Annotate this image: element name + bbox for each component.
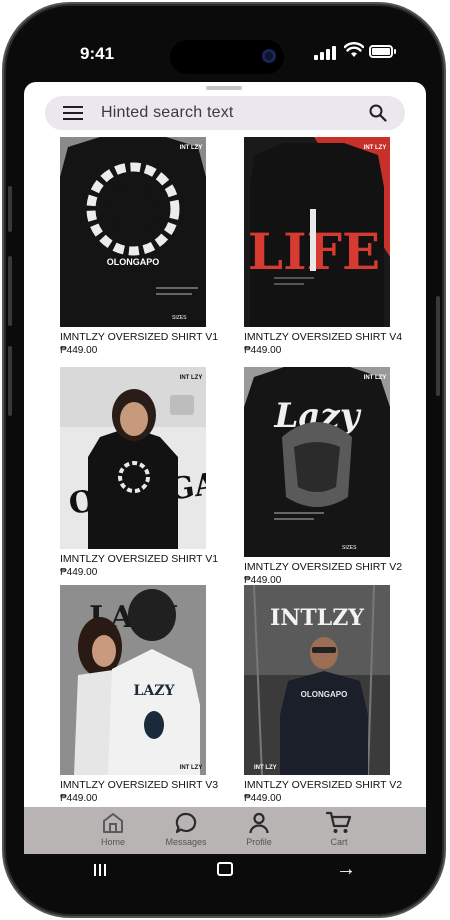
volume-down-button: [8, 346, 12, 416]
svg-text:LAZY: LAZY: [134, 683, 176, 699]
product-title: IMNTLZY OVERSIZED SHIRT V2: [244, 561, 403, 573]
product-card[interactable]: INTLZY OLONGAPO INT LZY IMNTLZY OVERSIZE…: [244, 585, 403, 804]
search-icon[interactable]: [369, 104, 387, 122]
sizes-label: SIZES: [172, 315, 187, 321]
product-title: IMNTLZY OVERSIZED SHIRT V1: [60, 553, 219, 565]
product-card[interactable]: LAZY LAZY INT LZY IMNTLZY OVERSIZED SHIR…: [60, 585, 219, 804]
product-card[interactable]: LIFE INT LZY IMNTLZY OVERSIZED SHIRT V4 …: [244, 137, 403, 356]
nav-profile[interactable]: Profile: [224, 811, 294, 847]
shirt-print-text: OLONGAPO: [107, 257, 160, 267]
app-screen: OLONGAPO INT LZY SIZES IMNTLZY OVERSIZED…: [24, 82, 426, 854]
product-title: IMNTLZY OVERSIZED SHIRT V3: [60, 779, 219, 791]
battery-icon: [369, 45, 396, 58]
power-button: [436, 296, 440, 396]
nav-label: Profile: [246, 837, 272, 847]
status-time: 9:41: [80, 44, 115, 63]
messages-icon: [175, 812, 197, 834]
back-arrow-icon[interactable]: →: [336, 858, 356, 881]
nav-label: Messages: [165, 837, 207, 847]
product-price: ₱449.00: [244, 793, 282, 804]
cart-icon: [326, 811, 352, 833]
drag-handle[interactable]: [206, 86, 242, 90]
product-card[interactable]: OLONGAPO INT LZY IMNTLZY OVERSIZED SHIRT…: [60, 367, 219, 578]
shirt-print-text: INTLZY: [270, 605, 364, 631]
brand-badge: INT LZY: [364, 375, 387, 381]
status-bar: 9:41: [24, 34, 426, 74]
product-card[interactable]: OLONGAPO INT LZY SIZES IMNTLZY OVERSIZED…: [60, 137, 219, 356]
product-card[interactable]: Lazy INT LZY SIZES IMNTLZY OVERSIZED SHI…: [244, 367, 403, 586]
product-price: ₱449.00: [60, 567, 98, 578]
product-image[interactable]: Lazy INT LZY SIZES: [244, 367, 390, 557]
recent-apps-icon[interactable]: [94, 864, 108, 876]
product-image[interactable]: OLONGAPO INT LZY: [60, 367, 206, 549]
brand-badge: INT LZY: [180, 375, 203, 381]
search-input[interactable]: Hinted search text: [101, 104, 234, 122]
bottom-nav: Home Messages Profile Cart: [24, 807, 426, 854]
system-nav-bar: →: [24, 854, 426, 888]
brand-badge: INT LZY: [254, 765, 277, 771]
product-image[interactable]: INTLZY OLONGAPO INT LZY: [244, 585, 390, 775]
camera-icon: [262, 49, 276, 63]
product-title: IMNTLZY OVERSIZED SHIRT V2: [244, 779, 403, 791]
brand-badge: INT LZY: [180, 765, 203, 771]
product-title: IMNTLZY OVERSIZED SHIRT V1: [60, 331, 219, 343]
product-image[interactable]: LIFE INT LZY: [244, 137, 390, 327]
home-button-icon[interactable]: [217, 862, 233, 876]
brand-badge: INT LZY: [180, 145, 203, 151]
sizes-label: SIZES: [342, 545, 357, 551]
search-bar[interactable]: Hinted search text: [45, 96, 405, 130]
brand-badge: INT LZY: [364, 145, 387, 151]
action-button: [8, 186, 12, 232]
product-price: ₱449.00: [60, 345, 98, 356]
home-icon: [103, 813, 123, 833]
product-image[interactable]: OLONGAPO INT LZY SIZES: [60, 137, 206, 327]
volume-up-button: [8, 256, 12, 326]
profile-icon: [249, 812, 269, 834]
nav-home[interactable]: Home: [78, 811, 148, 847]
svg-text:OLONGAPO: OLONGAPO: [301, 690, 348, 699]
product-image[interactable]: LAZY LAZY INT LZY: [60, 585, 206, 775]
nav-label: Cart: [330, 837, 348, 847]
product-grid: OLONGAPO INT LZY SIZES IMNTLZY OVERSIZED…: [24, 82, 426, 807]
wifi-icon: [344, 42, 364, 57]
product-price: ₱449.00: [60, 793, 98, 804]
nav-cart[interactable]: Cart: [304, 811, 374, 847]
product-title: IMNTLZY OVERSIZED SHIRT V4: [244, 331, 403, 343]
nav-label: Home: [100, 837, 125, 847]
product-price: ₱449.00: [244, 345, 282, 356]
menu-icon[interactable]: [63, 106, 83, 120]
nav-messages[interactable]: Messages: [151, 811, 221, 847]
signal-icon: [314, 44, 338, 60]
